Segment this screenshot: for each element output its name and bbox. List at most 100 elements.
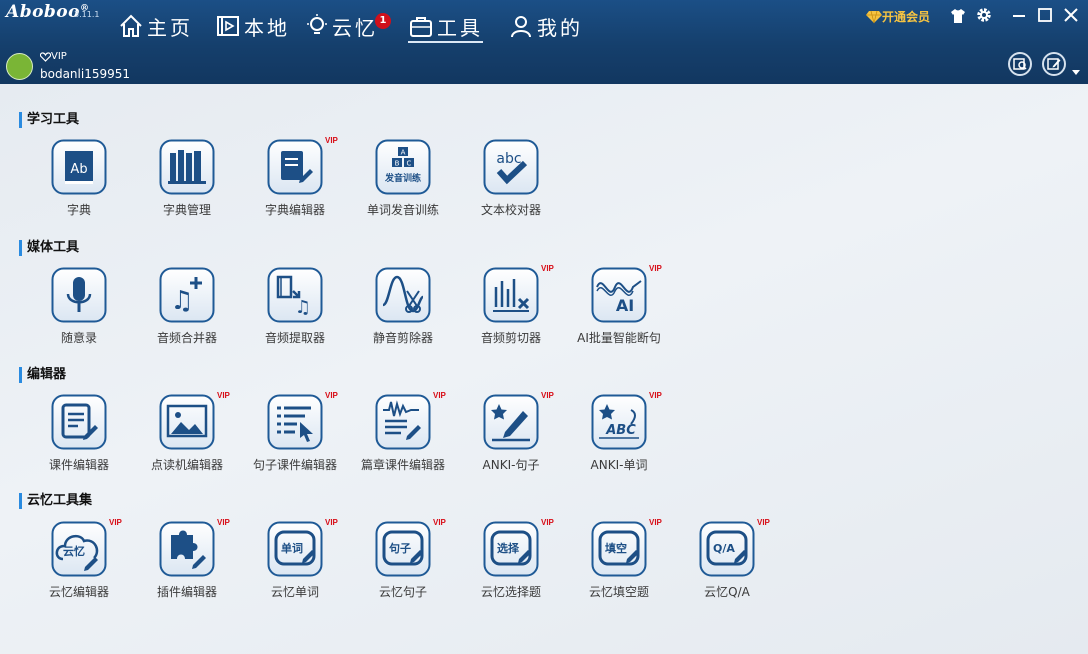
nav-mine[interactable]: 我的 [508, 11, 583, 41]
tool-label: 音频合并器 [156, 331, 217, 345]
settings-gear-icon[interactable] [975, 6, 993, 24]
section-title: 编辑器 [19, 367, 66, 383]
svg-text:A: A [401, 149, 406, 157]
cloud-editor-icon: 云忆 [51, 521, 107, 577]
tool-label: 音频剪切器 [480, 331, 541, 345]
tool-label: 音频提取器 [264, 331, 325, 345]
tool-courseware-editor[interactable]: 课件编辑器 [25, 394, 133, 484]
cloud-qa-icon: Q/A [699, 521, 755, 577]
audio-extract-icon: ♫ [267, 267, 323, 323]
vip-badge: VIP [541, 391, 554, 400]
tool-anki-sentence[interactable]: VIP ANKI-句子 [457, 391, 565, 484]
tool-label: 单词发音训练 [366, 203, 439, 217]
tool-label: 课件编辑器 [48, 458, 109, 472]
svg-text:单词: 单词 [281, 541, 303, 555]
svg-text:填空: 填空 [605, 541, 627, 555]
tool-cloud-sentence[interactable]: 句子 VIP 云忆句子 [349, 518, 457, 611]
tool-text-proofreader[interactable]: abc 文本校对器 [457, 139, 565, 229]
chevron-down-icon[interactable] [1072, 70, 1080, 76]
svg-text:ABC: ABC [605, 423, 636, 438]
tool-plugin-editor[interactable]: VIP 插件编辑器 [133, 518, 241, 611]
svg-text:B: B [395, 160, 400, 168]
text-proofreader-icon: abc [483, 139, 539, 195]
open-vip-button[interactable]: 开通会员 [866, 8, 930, 25]
tool-passage-editor[interactable]: VIP 篇章课件编辑器 [349, 391, 457, 484]
nav-home[interactable]: 主页 [118, 11, 193, 41]
maximize-icon[interactable] [1038, 8, 1052, 22]
tool-ai-segment[interactable]: AI VIP AI批量智能断句 [565, 264, 673, 357]
tool-label: 云忆选择题 [480, 585, 541, 599]
minimize-icon[interactable] [1012, 8, 1026, 22]
vip-badge: VIP [433, 518, 446, 527]
tool-dictionary-manage[interactable]: 字典管理 [133, 139, 241, 229]
svg-text:句子: 句子 [389, 541, 411, 555]
tool-dictionary-editor[interactable]: VIP 字典编辑器 [241, 136, 349, 229]
tool-label: 字典编辑器 [264, 203, 325, 217]
toolbox-icon [410, 17, 432, 37]
audio-cut-icon [483, 267, 539, 323]
cloud-fill-icon: 填空 [591, 521, 647, 577]
sentence-editor-icon [267, 394, 323, 450]
tool-label: 篇章课件编辑器 [360, 458, 445, 472]
tool-cloud-qa[interactable]: Q/A VIP 云忆Q/A [673, 518, 781, 611]
user-icon [511, 16, 531, 38]
tool-microphone[interactable]: 随意录 [25, 267, 133, 357]
reader-editor-icon [159, 394, 215, 450]
vip-badge: VIP [325, 136, 338, 145]
diamond-icon [866, 10, 882, 23]
tool-audio-extract[interactable]: ♫ 音频提取器 [241, 267, 349, 357]
tool-label: AI批量智能断句 [577, 331, 661, 345]
svg-text:AI: AI [616, 296, 634, 315]
audio-merge-icon: ♫ [159, 267, 215, 323]
vip-badge: VIP [649, 391, 662, 400]
tool-label: 云忆单词 [270, 585, 319, 599]
tool-anki-word[interactable]: ABC VIP ANKI-单词 [565, 391, 673, 484]
tool-cloud-editor[interactable]: 云忆 VIP 云忆编辑器 [25, 518, 133, 611]
tool-audio-merge[interactable]: ♫ 音频合并器 [133, 267, 241, 357]
app-version: 3.11.1 [74, 10, 100, 19]
title-bar: Aboboo® 3.11.1 主页 本地 云忆 1 工具 我的 开通会员 VIP… [0, 0, 1088, 84]
dictionary-editor-icon [267, 139, 323, 195]
vip-badge: VIP [433, 391, 446, 400]
svg-text:♫: ♫ [170, 286, 193, 316]
svg-text:选择: 选择 [497, 541, 520, 555]
edit-icon [1047, 58, 1061, 70]
tool-sentence-editor[interactable]: VIP 句子课件编辑器 [241, 391, 349, 484]
edit-note-button[interactable] [1042, 52, 1066, 76]
cloud-sentence-icon: 句子 [375, 521, 431, 577]
svg-text:C: C [407, 160, 412, 168]
search-document-icon [1013, 58, 1027, 70]
nav-local[interactable]: 本地 [215, 11, 290, 41]
tool-cloud-fill[interactable]: 填空 VIP 云忆填空题 [565, 518, 673, 611]
tool-reader-editor[interactable]: VIP 点读机编辑器 [133, 391, 241, 484]
tool-label: 句子课件编辑器 [252, 458, 337, 472]
svg-text:Q/A: Q/A [713, 542, 735, 555]
dictionary-icon: Ab [51, 139, 107, 195]
vip-badge: VIP [541, 264, 554, 273]
vip-badge: VIP [757, 518, 770, 527]
tool-dictionary[interactable]: Ab 字典 [25, 139, 133, 229]
vip-badge: VIP [649, 518, 662, 527]
vip-badge: VIP [649, 264, 662, 273]
close-icon[interactable] [1064, 8, 1078, 22]
tool-label: 云忆Q/A [704, 585, 750, 599]
tool-audio-cut[interactable]: VIP 音频剪切器 [457, 264, 565, 357]
tool-label: 字典管理 [162, 203, 211, 217]
nav-tools[interactable]: 工具 [408, 11, 483, 43]
notification-badge: 1 [375, 13, 391, 29]
tool-label: 云忆句子 [378, 585, 427, 599]
skin-shirt-icon[interactable] [950, 8, 966, 24]
vip-badge: VIP [325, 518, 338, 527]
tool-cloud-word[interactable]: 单词 VIP 云忆单词 [241, 518, 349, 611]
local-media-icon [217, 16, 239, 36]
tool-label: 静音剪除器 [372, 331, 433, 345]
tool-cloud-choice[interactable]: 选择 VIP 云忆选择题 [457, 518, 565, 611]
search-dictionary-button[interactable] [1008, 52, 1032, 76]
tool-silence-cut[interactable]: 静音剪除器 [349, 267, 457, 357]
passage-editor-icon [375, 394, 431, 450]
heart-icon [40, 51, 51, 62]
tool-pronunciation-training[interactable]: A B C 发音训练 单词发音训练 [349, 139, 457, 229]
tool-label: ANKI-句子 [482, 458, 540, 472]
nav-cloud[interactable]: 云忆 1 [305, 11, 391, 41]
avatar[interactable] [6, 53, 33, 80]
